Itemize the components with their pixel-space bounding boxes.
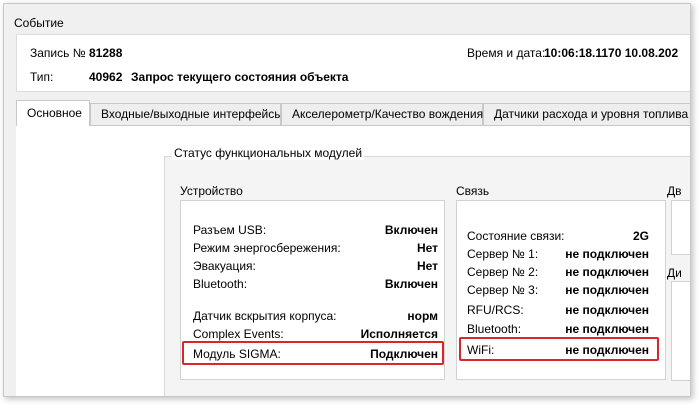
row-label: Датчик вскрытия корпуса: — [193, 309, 337, 323]
device-row-evacuation: Эвакуация: Нет — [193, 257, 438, 275]
device-row-case-sensor: Датчик вскрытия корпуса: норм — [193, 307, 438, 325]
row-value: Включен — [384, 277, 438, 291]
row-value: Нет — [416, 259, 438, 273]
cut-box-1 — [671, 200, 690, 255]
wifi-highlight-box — [459, 337, 659, 361]
tab-main[interactable]: Основное — [16, 100, 90, 126]
record-number: 81288 — [89, 46, 123, 60]
row-value: Включен — [384, 223, 438, 237]
tab-content: Статус функциональных модулей Устройство… — [16, 125, 690, 396]
window-title: Событие — [14, 16, 64, 30]
link-caption: Связь — [456, 184, 490, 198]
event-window: Событие Запись № 81288 Время и дата: 10:… — [3, 3, 691, 397]
row-label: Сервер № 2: — [467, 265, 539, 279]
link-row-server-1: Сервер № 1: не подключен — [467, 245, 649, 263]
status-modules-caption: Статус функциональных модулей — [172, 146, 365, 160]
device-row-power-save: Режим энергосбережения: Нет — [193, 239, 438, 257]
tab-accelerometer[interactable]: Акселерометр/Качество вождения — [281, 103, 483, 125]
datetime-label: Время и дата: — [467, 46, 546, 60]
device-row-bluetooth: Bluetooth: Включен — [193, 275, 438, 293]
type-code: 40962 — [89, 70, 123, 84]
row-label: RFU/RCS: — [467, 303, 524, 317]
event-header-panel: Запись № 81288 Время и дата: 10:06:18.11… — [16, 34, 690, 92]
row-value: не подключен — [565, 322, 649, 336]
link-row-server-2: Сервер № 2: не подключен — [467, 263, 649, 281]
row-value: норм — [407, 309, 438, 323]
datetime-value: 10:06:18.1170 10.08.202 — [544, 46, 679, 60]
type-name: Запрос текущего состояния объекта — [131, 70, 349, 84]
row-label: Bluetooth: — [467, 322, 522, 336]
row-label: Эвакуация: — [193, 259, 256, 273]
row-value: не подключен — [565, 265, 649, 279]
row-value: не подключен — [565, 283, 649, 297]
link-row-server-3: Сервер № 3: не подключен — [467, 281, 649, 299]
row-value: не подключен — [565, 303, 649, 317]
link-row-bluetooth: Bluetooth: не подключен — [467, 320, 649, 338]
record-label: Запись № — [30, 46, 86, 60]
cut-box-2 — [671, 281, 690, 381]
cut-caption-1: Дв — [667, 184, 682, 198]
link-row-rfu-rcs: RFU/RCS: не подключен — [467, 301, 649, 319]
row-value: не подключен — [565, 247, 649, 261]
row-label: Сервер № 3: — [467, 283, 539, 297]
link-row-state: Состояние связи: 2G — [467, 227, 649, 245]
sigma-highlight-box — [182, 341, 444, 365]
type-label: Тип: — [30, 70, 54, 84]
row-value: 2G — [632, 229, 649, 243]
device-row-usb: Разъем USB: Включен — [193, 221, 438, 239]
device-caption: Устройство — [180, 184, 243, 198]
cut-caption-2: Ди — [667, 266, 682, 280]
row-label: Сервер № 1: — [467, 247, 539, 261]
tab-fuel-sensors[interactable]: Датчики расхода и уровня топлива — [483, 103, 690, 125]
row-label: Разъем USB: — [193, 223, 267, 237]
row-label: Bluetooth: — [193, 277, 248, 291]
tab-io-interfaces[interactable]: Входные/выходные интерфейсы — [90, 103, 283, 125]
row-label: Режим энергосбережения: — [193, 241, 341, 255]
row-label: Состояние связи: — [467, 229, 565, 243]
row-value: Нет — [416, 241, 438, 255]
tab-bar: Основное Входные/выходные интерфейсы Акс… — [16, 100, 690, 126]
